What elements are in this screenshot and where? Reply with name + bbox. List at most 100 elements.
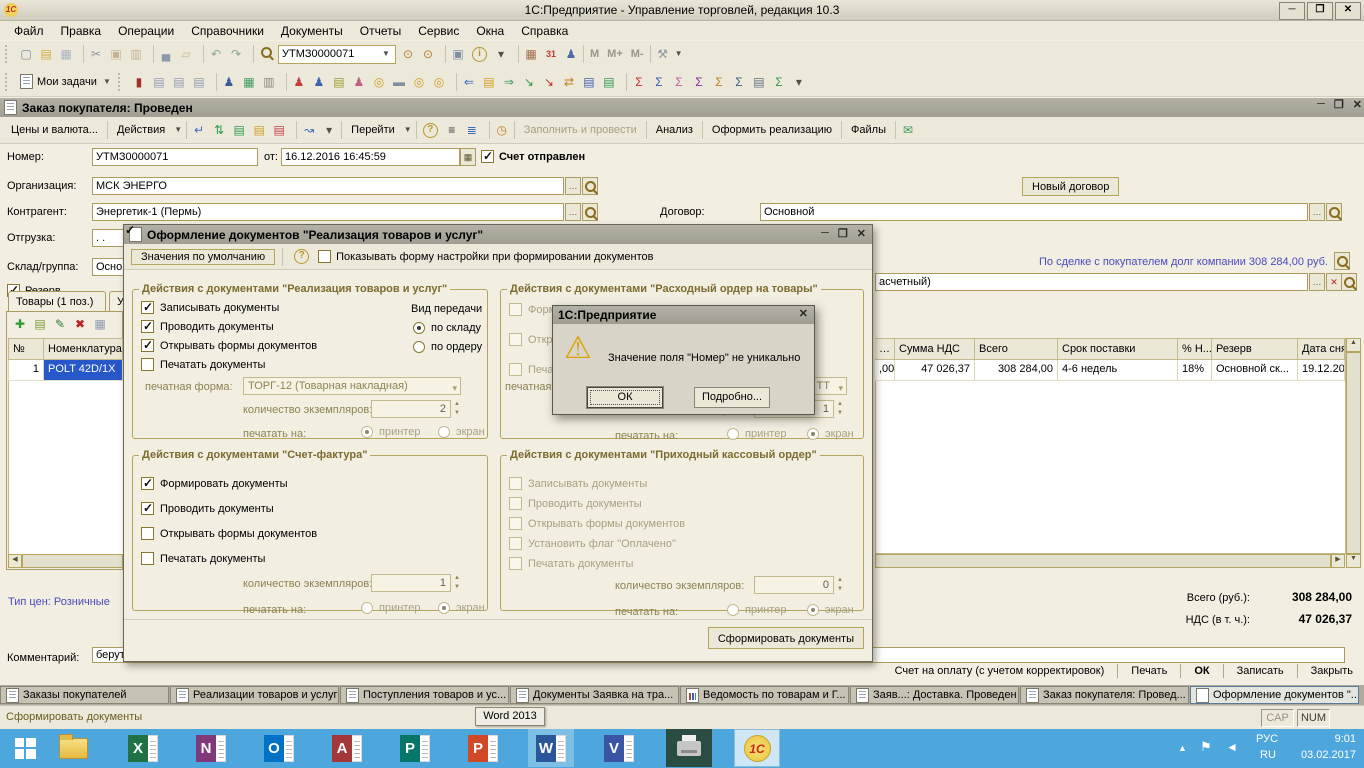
onec-app-icon[interactable]: 1С [734,729,780,767]
delete-row-icon[interactable]: ✖ [70,315,90,333]
goto-dropdown-icon[interactable]: ▼ [402,122,414,138]
invoice-with-corrections-button[interactable]: Счет на оплату (с учетом корректировок) [888,665,1112,677]
debt-open-icon[interactable] [1334,252,1350,270]
mail-send-icon[interactable]: ✉ [898,121,918,139]
prices-currency-button[interactable]: Цены и валюта... [4,124,105,136]
open-forms-checkbox[interactable]: Открывать формы документов [141,527,317,540]
fill-and-post-button[interactable]: Заполнить и провести [517,124,644,136]
word-icon[interactable]: W [528,729,574,767]
exchange-icon[interactable]: ⇄ [559,73,579,91]
horizontal-scrollbar[interactable] [22,554,123,568]
report-list-icon[interactable]: ▤ [749,73,769,91]
paste-icon[interactable]: ▥ [126,45,146,63]
planned-payments-icon[interactable]: Σ [709,73,729,91]
copies-spinner[interactable]: 2 [371,400,451,418]
reconciliation-icon[interactable]: Σ [769,73,789,91]
document-check-icon[interactable]: ▤ [599,73,619,91]
post-coins-icon[interactable]: ▤ [249,121,269,139]
col-vat-sum[interactable]: Сумма НДС [895,338,975,360]
number-field[interactable]: УТМЗ0000071 [92,148,258,166]
goto-button[interactable]: Перейти [344,124,402,136]
scroll-up-icon[interactable]: ▲ [1346,338,1361,352]
calculator-icon[interactable]: ▦ [521,45,541,63]
screen-radio[interactable]: экран [438,602,485,614]
actions-button[interactable]: Действия [110,124,172,136]
write-documents-checkbox[interactable]: Записывать документы [509,477,647,490]
price-list-icon[interactable]: ▦ [239,73,259,91]
timer-icon[interactable]: ◷ [492,121,512,139]
col-reserve[interactable]: Резерв [1212,338,1298,360]
person-debt-icon[interactable]: Σ [669,73,689,91]
powerpoint-icon[interactable]: P [460,729,506,767]
tab-services[interactable]: У [109,291,123,312]
col-total[interactable]: Всего [975,338,1058,360]
cell-removal-date[interactable]: 19.12.201 [1298,360,1345,381]
screen-radio[interactable]: экран [807,604,854,616]
cell-reserve[interactable]: Основной ск... [1212,360,1298,381]
window-tab-receipts[interactable]: Поступления товаров и ус... [340,686,509,704]
address-book-icon[interactable]: ▮ [129,73,149,91]
search-icon[interactable] [256,45,276,63]
doc-minimize-icon[interactable]: ─ [1317,98,1325,111]
print-button[interactable]: Печать [1124,665,1174,677]
customer-debt-icon[interactable]: Σ [629,73,649,91]
coins-icon[interactable]: ◎ [369,73,389,91]
print-document-icon[interactable]: ▤ [149,73,169,91]
col-number[interactable]: № [8,338,44,360]
form-documents-checkbox[interactable]: Формировать документы [141,477,288,490]
task-list-icon[interactable]: ▤ [329,73,349,91]
funds-summary-icon[interactable]: Σ [729,73,749,91]
horizontal-scrollbar[interactable] [875,554,1331,568]
copy-window-icon[interactable]: ▣ [448,45,468,63]
publisher-icon[interactable]: P [392,729,438,767]
analysis-button[interactable]: Анализ [649,124,700,136]
organization-field[interactable]: МСК ЭНЕРГО [92,177,564,195]
col-vat-percent[interactable]: % Н... [1178,338,1212,360]
default-values-button[interactable]: Значения по умолчанию [131,249,275,265]
dialog-restore-icon[interactable]: ❐ [838,227,848,240]
files-button[interactable]: Файлы [844,124,893,136]
copies-spinner[interactable]: 1 [371,574,451,592]
columns-settings-icon[interactable]: ≣ [462,121,482,139]
organization-select-button[interactable]: … [565,177,581,195]
dialog-minimize-icon[interactable]: ─ [821,227,829,240]
print-icon[interactable]: ▄ [156,45,176,63]
unpost-icon[interactable]: ▤ [269,121,289,139]
printer-radio[interactable]: принтер [727,604,786,616]
help-icon[interactable]: ? [423,123,438,138]
file-explorer-icon[interactable] [50,729,96,767]
post-documents-checkbox[interactable]: Проводить документы [141,502,274,515]
screen-radio[interactable]: экран [438,426,485,438]
scroll-down-icon[interactable]: ▼ [1346,554,1361,568]
print-order-icon[interactable]: ▤ [189,73,209,91]
customer-order-icon[interactable]: ♟ [289,73,309,91]
print-form-combo[interactable]: ТОРГ-12 (Товарная накладная) [243,377,461,395]
screen-radio[interactable]: экран [807,428,854,440]
open-document-icon[interactable]: ▤ [36,45,56,63]
date-field[interactable]: 16.12.2016 16:45:59 [281,148,460,166]
save-icon[interactable]: ▦ [56,45,76,63]
print-documents-checkbox[interactable]: Печатать документы [141,552,265,565]
contract-open-icon[interactable] [1326,203,1342,221]
memory-minus-button[interactable]: M- [627,48,648,60]
bank-account-field[interactable]: асчетный) [875,273,1308,291]
toolbar-grip[interactable] [118,73,125,91]
help-icon[interactable]: ? [294,249,309,264]
calendar-icon[interactable]: 31 [541,45,561,63]
set-paid-flag-checkbox[interactable]: Установить флаг "Оплачено" [509,537,676,550]
contractors-icon[interactable]: ♟ [219,73,239,91]
start-button[interactable] [2,729,48,767]
customer-basket-icon[interactable]: ♟ [349,73,369,91]
window-tab-transport-requests[interactable]: Документы Заявка на тра... [510,686,679,704]
search-input[interactable]: УТМЗ0000071 ▼ [278,45,396,64]
action-center-flag-icon[interactable]: ⚑ [1200,739,1212,755]
close-doc-button[interactable]: Закрыть [1304,665,1360,677]
clock-date[interactable]: 03.02.2017 [1290,749,1356,761]
move-row-icon[interactable]: ▦ [90,315,110,333]
row-number-cell[interactable]: 1 [8,360,44,381]
users-icon[interactable]: ♟ [561,45,581,63]
by-warehouse-radio[interactable]: по складу [413,322,481,334]
cell-cut[interactable]: ,00 [875,360,895,381]
printer-radio[interactable]: принтер [361,602,420,614]
window-tab-customer-orders[interactable]: Заказы покупателей [0,686,169,704]
